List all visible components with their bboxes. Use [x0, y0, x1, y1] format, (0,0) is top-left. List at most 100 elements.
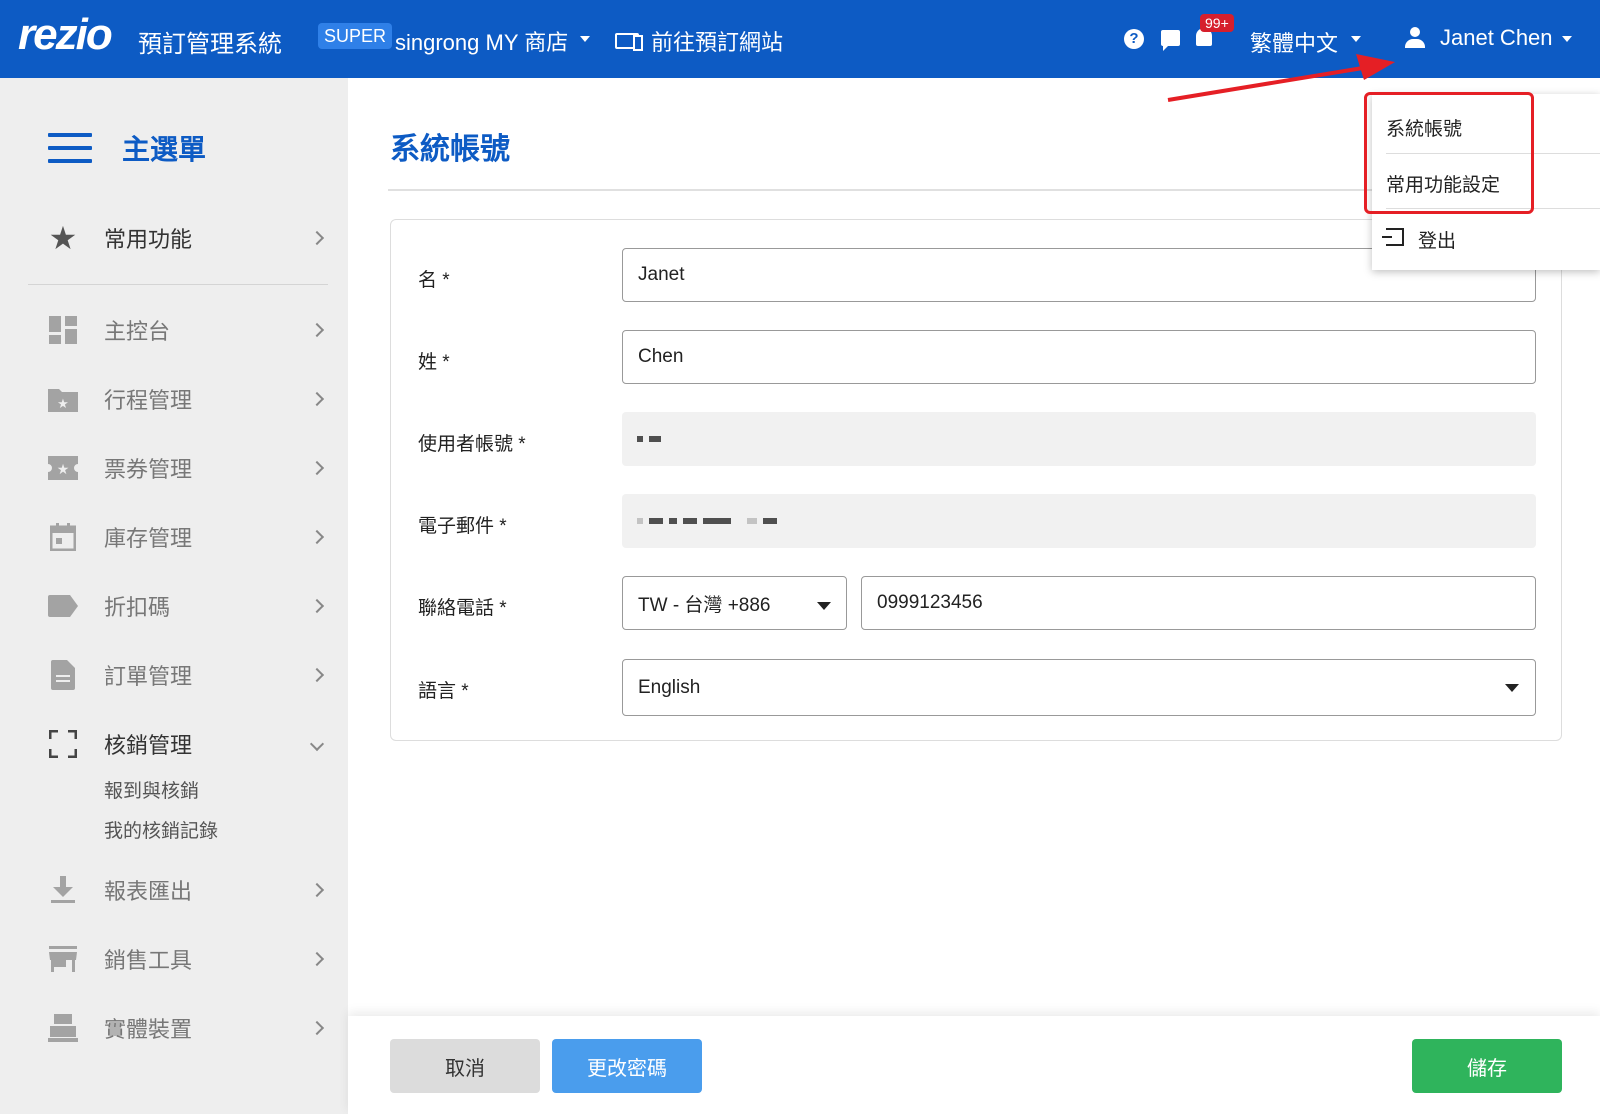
sidebar-item-orders[interactable]: 訂單管理 [0, 655, 348, 695]
pos-icon [48, 1013, 78, 1043]
sidebar-subitem-my-records[interactable]: 我的核銷記錄 [104, 816, 218, 843]
chevron-right-icon [309, 882, 325, 898]
chevron-right-icon [309, 667, 325, 683]
folder-star-icon: ★ [48, 384, 78, 414]
sidebar-item-tours[interactable]: ★ 行程管理 [0, 379, 348, 419]
sidebar-item-label: 實體裝置 [104, 1017, 193, 1042]
email-field [622, 494, 1536, 548]
scan-icon [48, 729, 78, 759]
redacted-text [637, 518, 643, 524]
first-name-label: 名 * [418, 270, 450, 291]
redacted-text [669, 518, 677, 524]
menu-item-logout[interactable]: 登出 [1418, 226, 1456, 253]
redacted-text [683, 518, 697, 524]
language-value: English [638, 676, 701, 698]
email-label: 電子郵件 * [418, 516, 507, 537]
divider [28, 284, 328, 285]
chevron-right-icon [309, 951, 325, 967]
sidebar-item-reports[interactable]: 報表匯出 [0, 870, 348, 910]
sidebar-item-devices[interactable]: 實體裝置 [0, 1008, 348, 1048]
sidebar-item-label: 報表匯出 [104, 879, 193, 904]
sidebar-item-label: 訂單管理 [104, 664, 193, 689]
user-icon[interactable] [1404, 27, 1426, 49]
sidebar-item-label: 庫存管理 [104, 526, 193, 551]
feedback-icon[interactable] [1161, 30, 1180, 51]
sidebar: 主選單 ★ 常用功能 主控台 ★ 行程管理 ★ 票券管理 庫存管理 折扣碼 訂單… [0, 78, 348, 1114]
phone-label: 聯絡電話 * [418, 598, 507, 619]
star-icon: ★ [48, 220, 78, 256]
devices-icon [615, 33, 643, 51]
sidebar-item-label: 票券管理 [104, 457, 193, 482]
sidebar-item-label: 常用功能 [104, 227, 193, 252]
chevron-right-icon [309, 598, 325, 614]
chevron-down-icon[interactable] [580, 36, 590, 42]
sidebar-item-tickets[interactable]: ★ 票券管理 [0, 448, 348, 488]
sidebar-item-discount[interactable]: 折扣碼 [0, 586, 348, 626]
svg-text:★: ★ [57, 396, 69, 411]
language-select[interactable]: English [622, 659, 1536, 716]
sidebar-item-label: 折扣碼 [104, 595, 171, 620]
last-name-field[interactable]: Chen [622, 330, 1536, 384]
logout-icon [1382, 228, 1404, 246]
menu-header[interactable]: 主選單 [48, 128, 206, 168]
svg-text:★: ★ [57, 461, 70, 477]
annotation-highlight-box [1364, 92, 1534, 214]
store-selector[interactable]: singrong MY 商店 [395, 25, 568, 57]
redacted-text [637, 436, 643, 442]
sidebar-item-label: 行程管理 [104, 388, 193, 413]
chevron-down-icon[interactable] [1562, 36, 1572, 42]
chevron-right-icon [309, 230, 325, 246]
caret-down-icon[interactable] [1505, 684, 1519, 692]
sidebar-item-label: 主控台 [104, 319, 171, 344]
download-icon [48, 875, 78, 905]
booking-site-link[interactable]: 前往預訂網站 [615, 25, 783, 57]
sidebar-item-label: 核銷管理 [104, 733, 193, 758]
sidebar-subitem-checkin[interactable]: 報到與核銷 [104, 776, 199, 803]
sidebar-item-favorites[interactable]: ★ 常用功能 [0, 218, 348, 258]
sidebar-item-label: 銷售工具 [104, 948, 193, 973]
username-label: 使用者帳號 * [418, 434, 526, 455]
cancel-button[interactable]: 取消 [390, 1039, 540, 1093]
sidebar-item-dashboard[interactable]: 主控台 [0, 310, 348, 350]
tag-icon [48, 591, 78, 621]
store-icon [48, 944, 78, 974]
redacted-text [703, 518, 731, 524]
redacted-text [763, 518, 777, 524]
redacted-text [649, 518, 663, 524]
last-name-label: 姓 * [418, 352, 450, 373]
notification-badge: 99+ [1200, 14, 1234, 32]
chevron-right-icon [309, 529, 325, 545]
page-title: 系統帳號 [390, 133, 510, 166]
chevron-right-icon [309, 1020, 325, 1036]
phone-country-value: TW - 台灣 +886 [638, 594, 771, 616]
hamburger-icon[interactable] [48, 133, 92, 163]
booking-site-label: 前往預訂網站 [651, 30, 784, 55]
caret-down-icon[interactable] [817, 602, 831, 610]
username-field [622, 412, 1536, 466]
user-menu-button[interactable]: Janet Chen [1440, 25, 1553, 51]
chevron-down-icon [309, 736, 325, 752]
menu-title: 主選單 [122, 134, 207, 165]
calendar-icon [48, 522, 78, 552]
ticket-icon: ★ [48, 453, 78, 483]
chevron-right-icon [309, 391, 325, 407]
dashboard-icon [48, 315, 78, 345]
system-name: 預訂管理系統 [138, 31, 282, 58]
rezio-logo[interactable]: rezio [18, 10, 113, 60]
phone-number-field[interactable]: 0999123456 [861, 576, 1536, 630]
change-password-button[interactable]: 更改密碼 [552, 1039, 702, 1093]
language-label: 語言 * [418, 681, 469, 702]
sidebar-item-sales-tools[interactable]: 銷售工具 [0, 939, 348, 979]
document-icon [48, 660, 78, 690]
plan-badge: SUPER [318, 23, 393, 49]
chevron-right-icon [309, 460, 325, 476]
save-button[interactable]: 儲存 [1412, 1039, 1562, 1093]
chevron-right-icon [309, 322, 325, 338]
redacted-text [747, 518, 757, 524]
phone-country-select[interactable]: TW - 台灣 +886 [622, 576, 847, 630]
sidebar-item-inventory[interactable]: 庫存管理 [0, 517, 348, 557]
sidebar-item-redemption[interactable]: 核銷管理 [0, 724, 348, 764]
help-icon[interactable]: ? [1124, 29, 1144, 49]
chevron-down-icon[interactable] [1351, 36, 1361, 42]
redacted-text [649, 436, 661, 442]
